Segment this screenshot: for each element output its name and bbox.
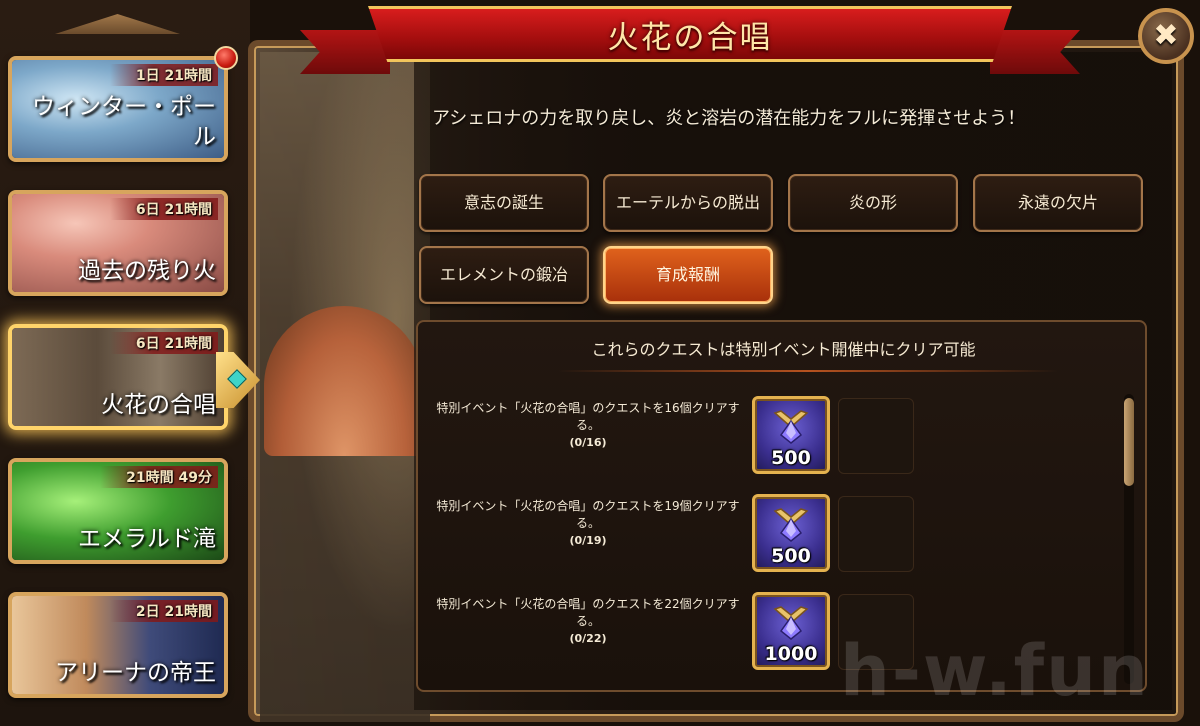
scroll-up-arrow-icon[interactable] (55, 14, 180, 34)
tab-growth-rewards[interactable]: 育成報酬 (603, 246, 773, 304)
reward-item-button[interactable]: 1000 (752, 592, 830, 670)
event-sidebar: 1日 21時間 ウィンター・ポール 6日 21時間 過去の残り火 6日 21時間… (0, 0, 260, 726)
quest-description: 特別イベント「火花の合唱」のクエストを16個クリアする。 (0/16) (428, 400, 748, 451)
tab-label: 永遠の欠片 (1017, 193, 1098, 212)
tab-label: 炎の形 (848, 193, 897, 212)
event-name: アリーナの帝王 (55, 660, 216, 686)
quest-progress: (0/19) (569, 534, 607, 547)
reward-amount: 1000 (764, 643, 818, 665)
quest-progress: (0/16) (569, 436, 607, 449)
banner-ribbon-right (990, 30, 1080, 74)
reward-amount: 500 (771, 447, 811, 469)
event-timer: 6日 21時間 (109, 332, 218, 354)
upgrade-crystal-icon (773, 410, 809, 444)
event-card-past-embers[interactable]: 6日 21時間 過去の残り火 (8, 190, 228, 296)
reward-amount: 500 (771, 545, 811, 567)
quest-progress: (0/22) (569, 632, 607, 645)
tab-label: エーテルからの脱出 (615, 193, 760, 212)
tab-element-forging[interactable]: エレメントの鍛冶 (419, 246, 589, 304)
quest-text: 特別イベント「火花の合唱」のクエストを19個クリアする。 (436, 499, 740, 530)
tab-label: 意志の誕生 (463, 193, 544, 212)
banner-ribbon-left (300, 30, 390, 74)
event-card-arena-king[interactable]: 2日 21時間 アリーナの帝王 (8, 592, 228, 698)
event-card-spark-chorus[interactable]: 6日 21時間 火花の合唱 (8, 324, 228, 430)
event-timer: 1日 21時間 (109, 64, 218, 86)
quest-row: 特別イベント「火花の合唱」のクエストを16個クリアする。 (0/16) 500 (418, 396, 1145, 476)
event-description: アシェロナの力を取り戻し、炎と溶岩の潜在能力をフルに発揮させよう！ (432, 108, 1026, 129)
page-title: 火花の合唱 (607, 19, 773, 56)
event-timer: 6日 21時間 (109, 198, 218, 220)
quest-description: 特別イベント「火花の合唱」のクエストを22個クリアする。 (0/22) (428, 596, 748, 647)
banner-body: 火花の合唱 (368, 6, 1012, 62)
title-banner: 火花の合唱 (300, 0, 1080, 82)
header-divider (558, 370, 1058, 372)
empty-reward-slot (838, 496, 914, 572)
quest-row: 特別イベント「火花の合唱」のクエストを19個クリアする。 (0/19) 500 (418, 494, 1145, 574)
tab-label: 育成報酬 (655, 265, 720, 284)
quest-description: 特別イベント「火花の合唱」のクエストを19個クリアする。 (0/19) (428, 498, 748, 549)
reward-item-button[interactable]: 500 (752, 494, 830, 572)
event-name: 過去の残り火 (78, 258, 216, 284)
quest-text: 特別イベント「火花の合唱」のクエストを16個クリアする。 (436, 401, 740, 432)
quest-list-header: これらのクエストは特別イベント開催中にクリア可能 (591, 340, 976, 359)
upgrade-crystal-icon (773, 606, 809, 640)
event-timer: 2日 21時間 (109, 600, 218, 622)
empty-reward-slot (838, 398, 914, 474)
event-card-winter-pole[interactable]: 1日 21時間 ウィンター・ポール (8, 56, 228, 162)
tab-escape-from-ether[interactable]: エーテルからの脱出 (603, 174, 773, 232)
gem-icon (227, 369, 247, 389)
close-button[interactable]: ✖ (1138, 8, 1194, 64)
upgrade-crystal-icon (773, 508, 809, 542)
tab-birth-of-will[interactable]: 意志の誕生 (419, 174, 589, 232)
watermark: h-w.fun (840, 630, 1150, 712)
scrollbar-thumb[interactable] (1124, 398, 1134, 486)
reward-item-button[interactable]: 500 (752, 396, 830, 474)
close-icon: ✖ (1153, 18, 1179, 53)
notification-dot-icon (214, 46, 238, 70)
tab-label: エレメントの鍛冶 (439, 265, 568, 284)
event-name: 火花の合唱 (101, 392, 216, 418)
tab-eternal-shard[interactable]: 永遠の欠片 (973, 174, 1143, 232)
lamp-illustration (264, 306, 424, 456)
event-timer: 21時間 49分 (100, 466, 218, 488)
quest-text: 特別イベント「火花の合唱」のクエストを22個クリアする。 (436, 597, 740, 628)
tab-shape-of-flame[interactable]: 炎の形 (788, 174, 958, 232)
event-card-emerald-falls[interactable]: 21時間 49分 エメラルド滝 (8, 458, 228, 564)
event-name: エメラルド滝 (78, 526, 216, 552)
event-name: ウィンター・ポール (32, 94, 216, 150)
